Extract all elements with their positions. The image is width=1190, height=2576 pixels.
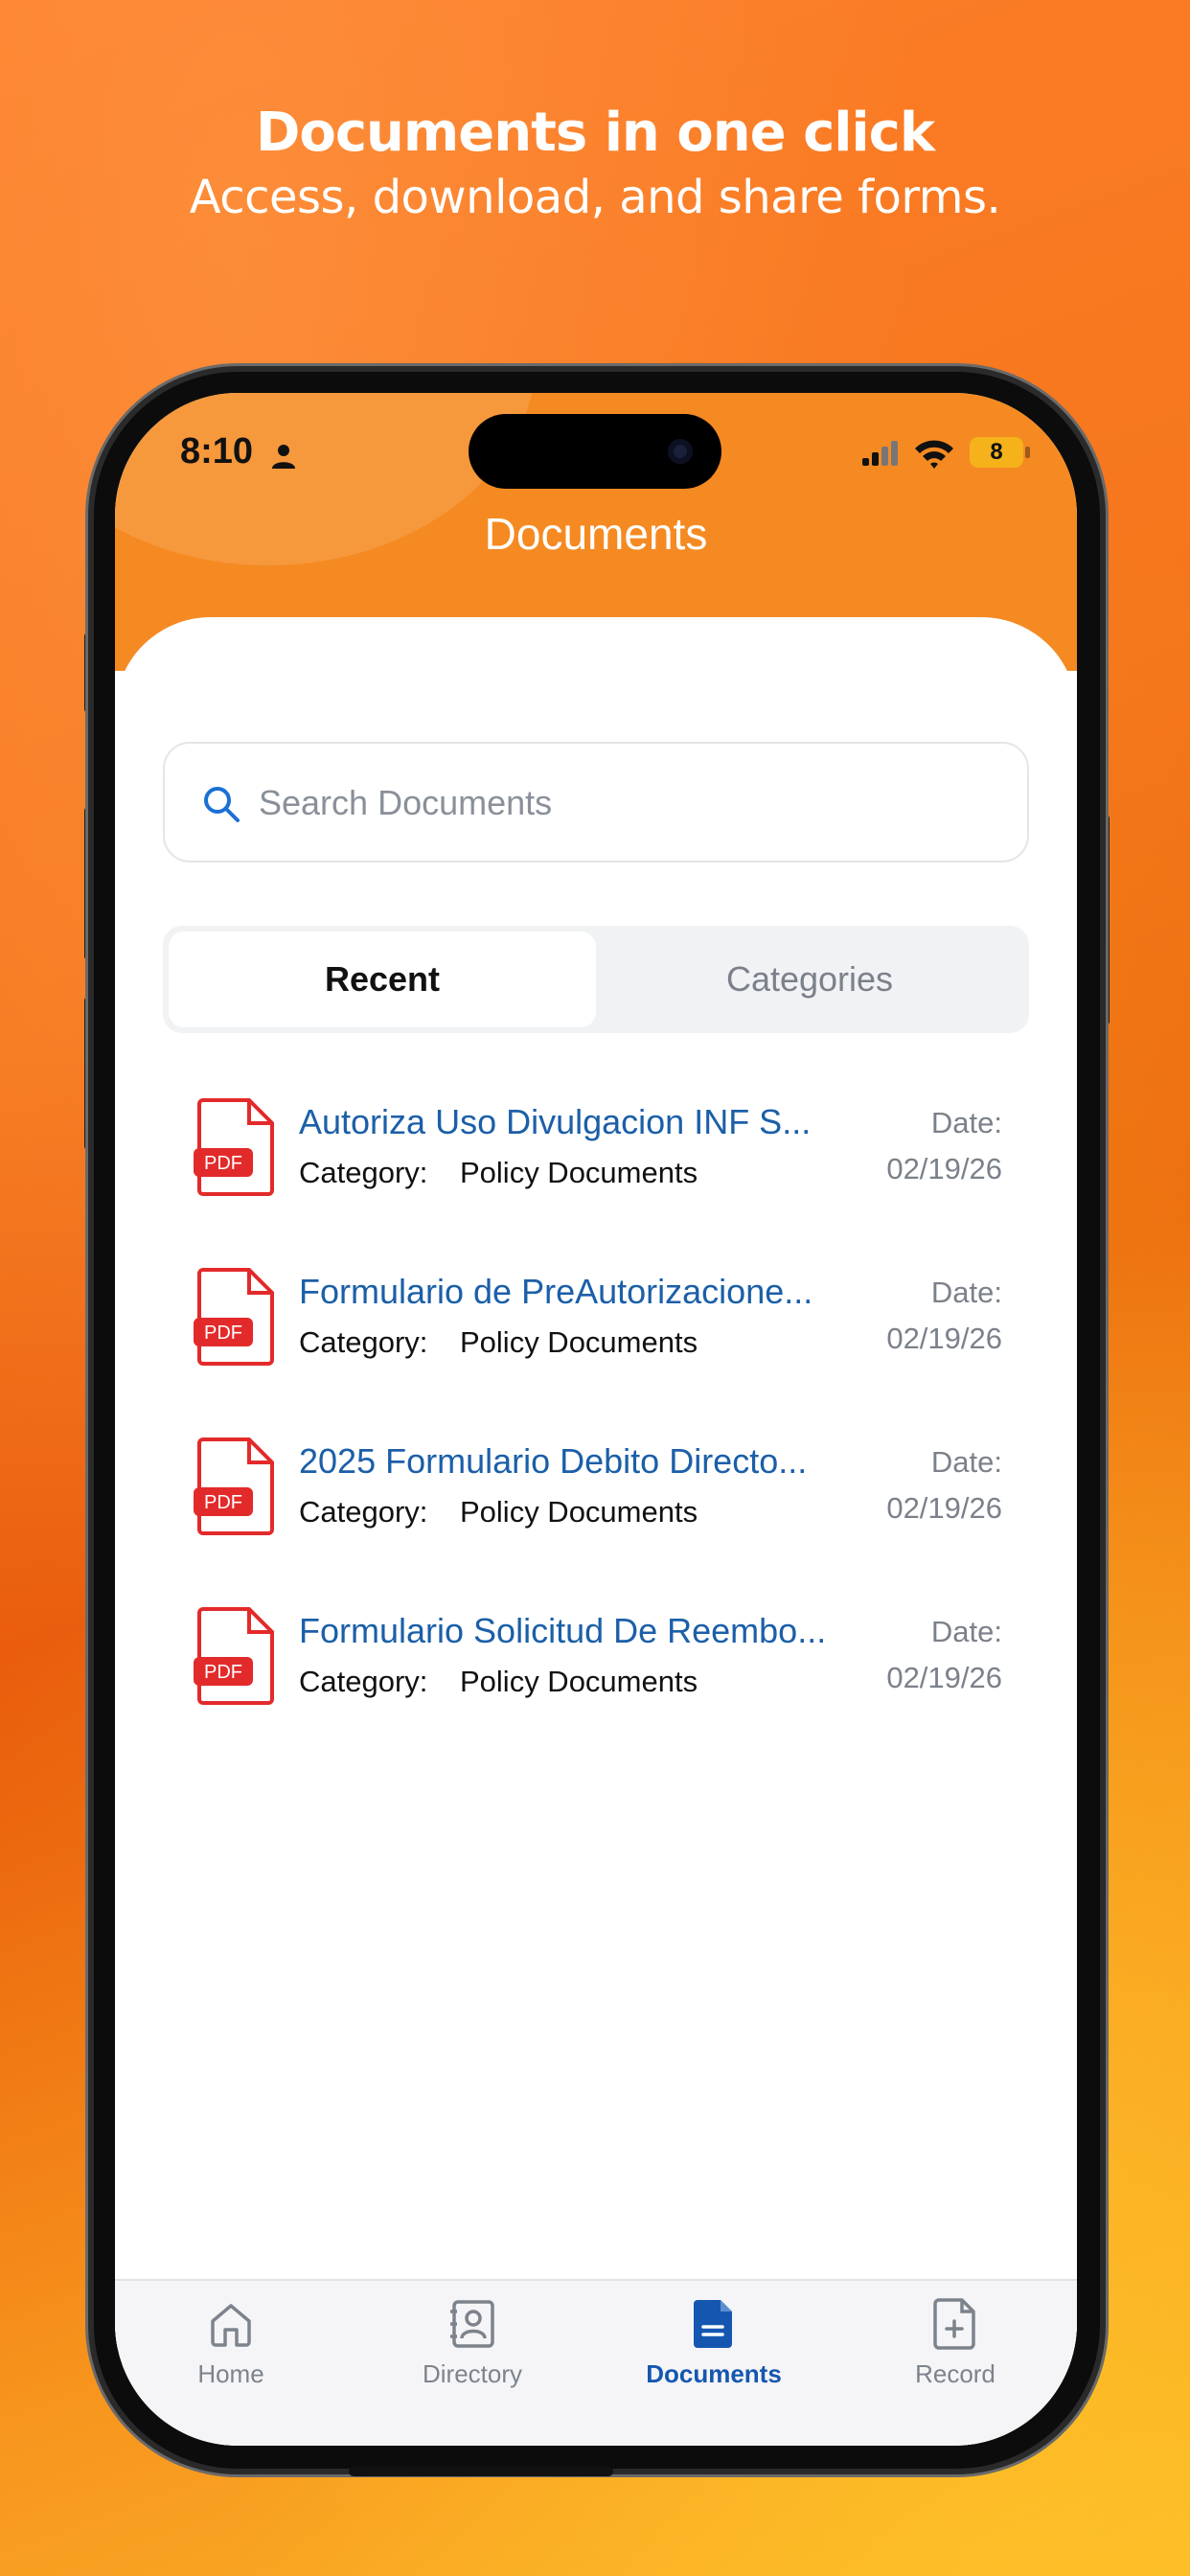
directory-icon bbox=[450, 2300, 494, 2348]
category-label: Category: bbox=[299, 1325, 428, 1359]
date-value: 02/19/26 bbox=[886, 1661, 1002, 1694]
documents-icon bbox=[694, 2300, 732, 2348]
document-row[interactable]: PDF Formulario Solicitud De Reembo... Ca… bbox=[115, 1605, 1077, 1749]
document-name[interactable]: Formulario Solicitud De Reembo... bbox=[299, 1611, 845, 1651]
wifi-icon bbox=[915, 440, 953, 469]
date-value: 02/19/26 bbox=[886, 1322, 1002, 1355]
tab-bar: Home Directory Documents Record bbox=[115, 2279, 1077, 2446]
tab-categories[interactable]: Categories bbox=[596, 932, 1023, 1027]
pdf-icon: PDF bbox=[194, 1268, 274, 1366]
document-row[interactable]: PDF 2025 Formulario Debito Directo... Ca… bbox=[115, 1436, 1077, 1579]
record-icon bbox=[933, 2298, 975, 2350]
promo-subheadline: Access, download, and share forms. bbox=[189, 171, 1001, 224]
camera-lens bbox=[668, 439, 693, 464]
tab-recent[interactable]: Recent bbox=[169, 932, 596, 1027]
phone-screen: 8:10 8 Documents Recent Cate bbox=[115, 393, 1077, 2446]
tab-directory-label: Directory bbox=[422, 2359, 522, 2388]
tab-home-label: Home bbox=[197, 2359, 264, 2388]
person-icon bbox=[272, 445, 295, 469]
svg-text:PDF: PDF bbox=[204, 1662, 242, 1683]
date-label: Date: bbox=[930, 1106, 1002, 1139]
dynamic-island bbox=[469, 414, 721, 489]
pdf-icon: PDF bbox=[194, 1438, 274, 1535]
document-row[interactable]: PDF Autoriza Uso Divulgacion INF S... Ca… bbox=[115, 1096, 1077, 1240]
search-input[interactable] bbox=[259, 772, 987, 834]
category-label: Category: bbox=[299, 1156, 428, 1189]
document-name[interactable]: Autoriza Uso Divulgacion INF S... bbox=[299, 1102, 845, 1142]
category-value: Policy Documents bbox=[460, 1156, 698, 1189]
tab-documents[interactable]: Documents bbox=[594, 2298, 834, 2389]
tab-record[interactable]: Record bbox=[835, 2298, 1075, 2389]
status-time: 8:10 bbox=[180, 431, 254, 472]
cellular-signal-icon bbox=[862, 441, 898, 466]
tab-documents-label: Documents bbox=[646, 2359, 782, 2388]
page-title: Documents bbox=[484, 509, 708, 559]
category-label: Category: bbox=[299, 1495, 428, 1529]
pdf-icon: PDF bbox=[194, 1607, 274, 1705]
category-value: Policy Documents bbox=[460, 1495, 698, 1529]
category-value: Policy Documents bbox=[460, 1665, 698, 1698]
category-label: Category: bbox=[299, 1665, 428, 1698]
battery-indicator: 8 bbox=[970, 437, 1023, 468]
tab-directory[interactable]: Directory bbox=[353, 2298, 592, 2389]
home-indicator bbox=[349, 2467, 613, 2476]
document-name[interactable]: Formulario de PreAutorizacione... bbox=[299, 1272, 845, 1312]
search-bar[interactable] bbox=[163, 742, 1029, 862]
tab-home[interactable]: Home bbox=[115, 2298, 351, 2389]
segmented-control: Recent Categories bbox=[163, 926, 1029, 1033]
date-label: Date: bbox=[930, 1615, 1002, 1648]
promo-headline: Documents in one click bbox=[255, 102, 935, 164]
svg-text:PDF: PDF bbox=[204, 1322, 242, 1344]
document-name[interactable]: 2025 Formulario Debito Directo... bbox=[299, 1441, 845, 1482]
svg-text:PDF: PDF bbox=[204, 1153, 242, 1174]
category-value: Policy Documents bbox=[460, 1325, 698, 1359]
promo-header: Documents in one click Access, download,… bbox=[0, 100, 1190, 228]
date-value: 02/19/26 bbox=[886, 1491, 1002, 1525]
search-icon bbox=[204, 787, 240, 822]
date-label: Date: bbox=[930, 1445, 1002, 1479]
document-row[interactable]: PDF Formulario de PreAutorizacione... Ca… bbox=[115, 1266, 1077, 1410]
date-value: 02/19/26 bbox=[886, 1152, 1002, 1185]
pdf-icon: PDF bbox=[194, 1098, 274, 1196]
tab-record-label: Record bbox=[915, 2359, 995, 2388]
date-label: Date: bbox=[930, 1276, 1002, 1309]
svg-text:PDF: PDF bbox=[204, 1492, 242, 1513]
home-icon bbox=[211, 2304, 251, 2347]
battery-cap bbox=[1025, 447, 1030, 458]
